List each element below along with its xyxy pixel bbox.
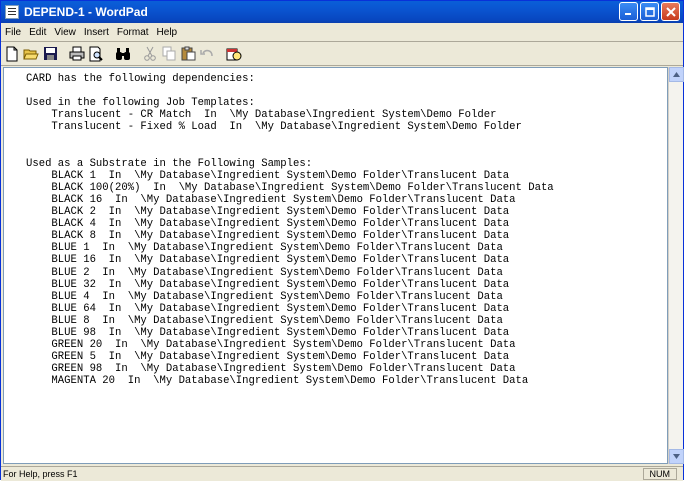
minimize-icon <box>625 13 631 15</box>
scroll-down-button[interactable] <box>669 449 684 464</box>
menu-bar: File Edit View Insert Format Help <box>1 23 683 41</box>
paste-button[interactable] <box>180 46 196 62</box>
document-line: BLUE 2 In \My Database\Ingredient System… <box>26 266 503 279</box>
menu-format[interactable]: Format <box>113 27 153 38</box>
open-icon <box>23 49 39 59</box>
document-line: BLACK 4 In \My Database\Ingredient Syste… <box>26 218 510 231</box>
document-line: BLUE 32 In \My Database\Ingredient Syste… <box>26 278 510 291</box>
document-line: BLUE 64 In \My Database\Ingredient Syste… <box>26 302 510 315</box>
cut-button[interactable] <box>142 46 158 62</box>
date-time-button[interactable] <box>226 46 242 62</box>
document-line: GREEN 98 In \My Database\Ingredient Syst… <box>26 363 516 376</box>
scroll-up-button[interactable] <box>669 67 684 82</box>
menu-edit[interactable]: Edit <box>25 27 50 38</box>
chevron-up-icon <box>673 72 680 77</box>
document-line: BLUE 1 In \My Database\Ingredient System… <box>26 242 503 255</box>
print-preview-icon <box>89 46 103 61</box>
print-icon <box>69 46 85 61</box>
new-icon <box>6 46 18 61</box>
document-line: Translucent - Fixed % Load In \My Databa… <box>26 121 522 134</box>
document-line: BLACK 2 In \My Database\Ingredient Syste… <box>26 206 510 219</box>
undo-icon <box>200 49 213 56</box>
document-line: BLACK 8 In \My Database\Ingredient Syste… <box>26 230 510 243</box>
document-line: GREEN 5 In \My Database\Ingredient Syste… <box>26 351 510 364</box>
document-line: Translucent - CR Match In \My Database\I… <box>26 109 497 122</box>
num-lock-indicator: NUM <box>642 468 677 480</box>
maximize-icon <box>644 6 655 17</box>
status-bar: For Help, press F1 NUM <box>1 466 683 481</box>
paste-icon <box>181 46 195 61</box>
cut-icon <box>144 46 156 61</box>
document-area[interactable]: CARD has the following dependencies: Used… <box>3 67 668 464</box>
close-icon <box>665 6 676 17</box>
document-line: Used in the following Job Templates: <box>26 97 255 110</box>
menu-view[interactable]: View <box>50 27 80 38</box>
chevron-down-icon <box>673 454 680 459</box>
title-bar[interactable]: DEPEND-1 - WordPad <box>1 1 683 23</box>
vertical-scrollbar[interactable] <box>668 67 684 464</box>
find-icon <box>116 47 130 60</box>
save-icon <box>43 47 57 60</box>
document-line: BLUE 98 In \My Database\Ingredient Syste… <box>26 326 510 339</box>
new-button[interactable] <box>4 46 20 62</box>
document-line: GREEN 20 In \My Database\Ingredient Syst… <box>26 339 516 352</box>
window-title: DEPEND-1 - WordPad <box>24 5 148 19</box>
status-text: For Help, press F1 <box>3 469 78 479</box>
print-button[interactable] <box>69 46 85 62</box>
toolbar <box>1 42 683 65</box>
document-line: BLUE 4 In \My Database\Ingredient System… <box>26 290 503 303</box>
date-time-icon <box>226 48 242 61</box>
print-preview-button[interactable] <box>88 46 104 62</box>
menu-file[interactable]: File <box>1 27 25 38</box>
document-text[interactable]: CARD has the following dependencies: Used… <box>26 73 554 387</box>
document-line: Used as a Substrate in the Following Sam… <box>26 157 313 170</box>
copy-button[interactable] <box>161 46 177 62</box>
wordpad-window: DEPEND-1 - WordPad File Edit View Insert… <box>0 0 684 481</box>
document-line: BLUE 8 In \My Database\Ingredient System… <box>26 314 503 327</box>
maximize-button[interactable] <box>640 2 659 21</box>
menu-help[interactable]: Help <box>153 27 182 38</box>
toolbar-separator <box>1 65 683 66</box>
document-line: BLACK 16 In \My Database\Ingredient Syst… <box>26 193 516 206</box>
document-line: BLACK 1 In \My Database\Ingredient Syste… <box>26 169 510 182</box>
document-line: BLACK 100(20%) In \My Database\Ingredien… <box>26 181 554 194</box>
wordpad-app-icon[interactable] <box>5 5 19 19</box>
close-button[interactable] <box>661 2 680 21</box>
document-line: MAGENTA 20 In \My Database\Ingredient Sy… <box>26 375 529 388</box>
open-button[interactable] <box>23 46 39 62</box>
document-line: CARD has the following dependencies: <box>26 73 255 85</box>
undo-button[interactable] <box>199 46 215 62</box>
menu-insert[interactable]: Insert <box>80 27 113 38</box>
find-button[interactable] <box>115 46 131 62</box>
caption-buttons <box>619 2 680 21</box>
minimize-button[interactable] <box>619 2 638 21</box>
document-line: BLUE 16 In \My Database\Ingredient Syste… <box>26 254 510 267</box>
copy-icon <box>162 46 175 61</box>
save-button[interactable] <box>42 46 58 62</box>
